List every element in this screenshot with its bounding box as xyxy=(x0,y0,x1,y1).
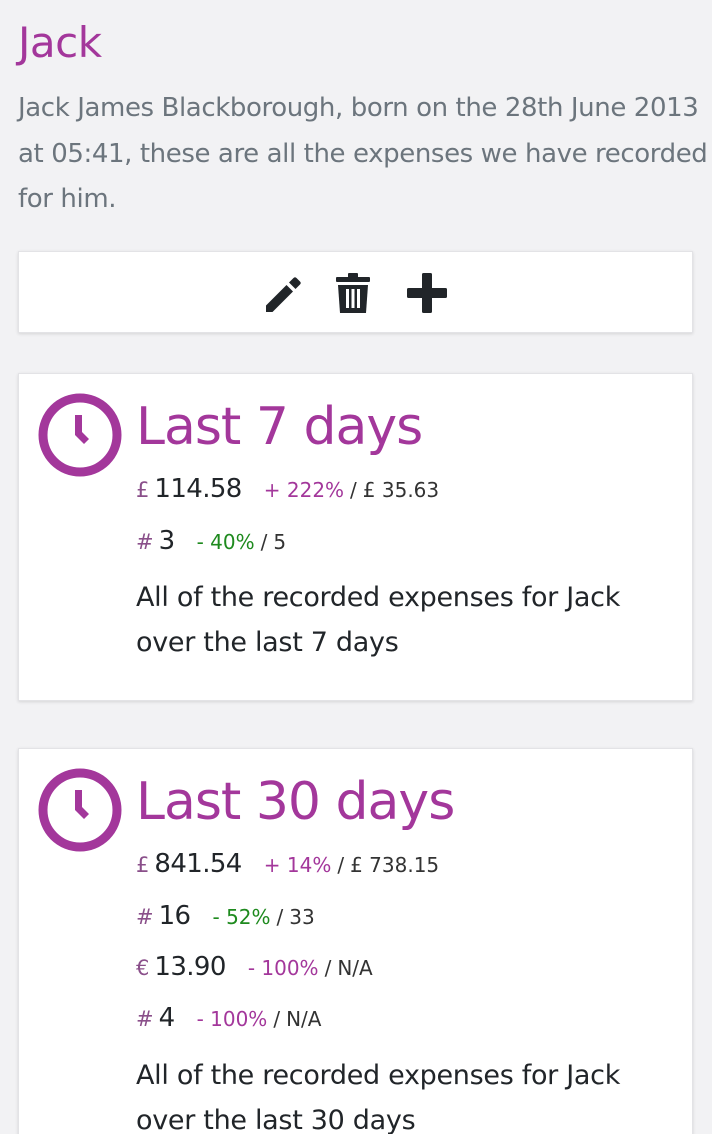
stat-change: + 14% xyxy=(263,853,332,877)
count-symbol: # xyxy=(136,905,154,929)
currency-symbol: € xyxy=(136,956,150,980)
card-description: All of the recorded expenses for Jack ov… xyxy=(136,1060,621,1134)
clock-icon xyxy=(37,392,123,478)
stat-value: 16 xyxy=(158,901,191,931)
stat-row-count: #3 - 40%/5 xyxy=(136,526,286,562)
stat-previous: 5 xyxy=(273,530,287,554)
stat-separator: / xyxy=(273,1007,281,1031)
stat-value: 3 xyxy=(158,526,176,556)
stat-change: - 40% xyxy=(196,530,255,554)
stat-separator: / xyxy=(337,853,345,877)
stat-value: 13.90 xyxy=(154,952,226,982)
pencil-icon[interactable] xyxy=(260,269,308,317)
action-toolbar xyxy=(18,251,693,333)
stat-separator: / xyxy=(260,530,268,554)
stat-change: - 100% xyxy=(247,956,319,980)
count-symbol: # xyxy=(136,1007,154,1031)
stat-value: 841.54 xyxy=(154,849,242,879)
stat-previous: 33 xyxy=(289,905,315,929)
stat-change: - 52% xyxy=(212,905,271,929)
stat-row-count-eur: #4 - 100% / N/A xyxy=(136,1003,321,1039)
summary-card-30-days: Last 30 days £841.54 + 14% / £ 738.15 #16- … xyxy=(18,748,693,1134)
stat-change: - 100% xyxy=(196,1007,268,1031)
stat-change: + 222% xyxy=(263,478,345,502)
card-title: Last 30 days xyxy=(136,772,455,832)
stat-previous: N/A xyxy=(337,956,373,980)
stat-value: 4 xyxy=(158,1003,176,1033)
stat-previous: N/A xyxy=(286,1007,322,1031)
card-title: Last 7 days xyxy=(136,397,423,457)
stat-row-total-gbp: £114.58 + 222% / £ 35.63 xyxy=(136,474,439,510)
currency-symbol: £ xyxy=(136,478,150,502)
trash-icon[interactable] xyxy=(329,269,377,317)
currency-symbol: £ xyxy=(136,853,150,877)
stat-value: 114.58 xyxy=(154,474,242,504)
clock-icon xyxy=(37,767,123,853)
stat-previous: £ 35.63 xyxy=(362,478,440,502)
plus-icon[interactable] xyxy=(403,269,451,317)
card-description: All of the recorded expenses for Jack ov… xyxy=(136,582,621,658)
summary-card-7-days: Last 7 days £114.58 + 222% / £ 35.63 #3- 40… xyxy=(18,373,693,701)
page-title: Jack xyxy=(18,18,102,67)
stat-separator: / xyxy=(324,956,332,980)
stat-separator: / xyxy=(350,478,357,502)
page: Jack Jack James Blackborough, born on th… xyxy=(0,0,712,1134)
page-intro: Jack James Blackborough, born on the 28t… xyxy=(18,93,708,214)
stat-row-total-eur: €13.90 - 100% / N/A xyxy=(136,952,373,988)
stat-row-count-gbp: #16 - 52%/33 xyxy=(136,901,315,937)
stat-separator: / xyxy=(276,905,284,929)
count-symbol: # xyxy=(136,530,154,554)
stat-row-total-gbp: £841.54 + 14% / £ 738.15 xyxy=(136,849,439,885)
stat-previous: £ 738.15 xyxy=(350,853,440,877)
